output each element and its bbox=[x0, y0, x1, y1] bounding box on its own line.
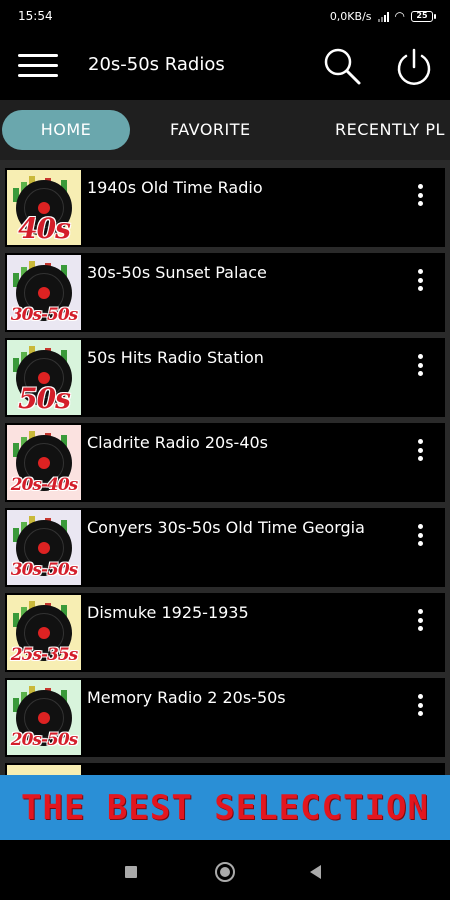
decade-label: 50s bbox=[18, 382, 71, 415]
net-speed: 0,0KB/s bbox=[329, 9, 372, 23]
station-logo bbox=[7, 765, 81, 775]
station-row[interactable]: 30s-50s Conyers 30s-50s Old Time Georgia bbox=[5, 508, 445, 587]
station-name: 30s-50s Sunset Palace bbox=[87, 263, 267, 282]
more-vert-icon[interactable] bbox=[409, 352, 431, 378]
signal-icon bbox=[377, 11, 389, 22]
station-logo: 20s-40s bbox=[7, 425, 81, 500]
station-logo: 20s-50s bbox=[7, 680, 81, 755]
station-row[interactable]: 25s-35s Dismuke 1925-1935 bbox=[5, 593, 445, 672]
more-vert-icon[interactable] bbox=[409, 267, 431, 293]
station-row[interactable]: 40s 1940s Old Time Radio bbox=[5, 168, 445, 247]
nav-recents-icon[interactable] bbox=[125, 866, 137, 878]
more-vert-icon[interactable] bbox=[409, 437, 431, 463]
station-logo: 30s-50s bbox=[7, 510, 81, 585]
decade-label: 30s-50s bbox=[10, 305, 79, 325]
power-icon[interactable] bbox=[394, 47, 434, 87]
app-bar: 20s-50s Radios bbox=[0, 32, 450, 100]
decade-label: 25s-35s bbox=[10, 645, 79, 665]
battery-level: 25 bbox=[411, 10, 433, 22]
station-name: 50s Hits Radio Station bbox=[87, 348, 264, 367]
status-bar: 15:54 0,0KB/s ◠ 25 bbox=[0, 0, 450, 32]
promo-banner[interactable]: THE BEST SELECCTION bbox=[0, 775, 450, 840]
decade-label: 40s bbox=[18, 212, 71, 245]
decade-label: 20s-50s bbox=[10, 730, 79, 750]
tab-recently-played[interactable]: RECENTLY PL bbox=[335, 110, 445, 150]
more-vert-icon[interactable] bbox=[409, 607, 431, 633]
wifi-icon: ◠ bbox=[394, 9, 405, 23]
system-nav-bar bbox=[0, 840, 450, 900]
station-name: Cladrite Radio 20s-40s bbox=[87, 433, 269, 452]
station-row[interactable]: 20s-40s Cladrite Radio 20s-40s bbox=[5, 423, 445, 502]
station-name: Memory Radio 2 20s-50s bbox=[87, 688, 286, 707]
station-row[interactable]: 20s-50s Memory Radio 2 20s-50s bbox=[5, 678, 445, 757]
station-row[interactable]: 50s 50s Hits Radio Station bbox=[5, 338, 445, 417]
nav-back-icon[interactable] bbox=[310, 865, 321, 879]
station-list: 40s 1940s Old Time Radio 30s-50s 30s-50s Su… bbox=[0, 160, 450, 775]
station-logo: 25s-35s bbox=[7, 595, 81, 670]
app-title: 20s-50s Radios bbox=[88, 54, 225, 75]
more-vert-icon[interactable] bbox=[409, 522, 431, 548]
status-time: 15:54 bbox=[18, 9, 53, 23]
status-icons: 0,0KB/s ◠ 25 bbox=[330, 9, 436, 23]
station-row[interactable]: 30s-50s 30s-50s Sunset Palace bbox=[5, 253, 445, 332]
more-vert-icon[interactable] bbox=[409, 692, 431, 718]
search-icon[interactable] bbox=[322, 46, 362, 86]
more-vert-icon[interactable] bbox=[409, 182, 431, 208]
station-name: Conyers 30s-50s Old Time Georgia bbox=[87, 518, 365, 537]
decade-label: 20s-40s bbox=[10, 475, 79, 495]
tab-home[interactable]: HOME bbox=[2, 110, 130, 150]
banner-text: THE BEST SELECCTION bbox=[21, 787, 429, 828]
station-logo: 30s-50s bbox=[7, 255, 81, 330]
tab-favorite[interactable]: FAVORITE bbox=[170, 110, 251, 150]
menu-icon[interactable] bbox=[18, 54, 58, 78]
station-name: 1940s Old Time Radio bbox=[87, 178, 263, 197]
station-logo: 50s bbox=[7, 340, 81, 415]
station-row[interactable] bbox=[5, 763, 445, 775]
station-logo: 40s bbox=[7, 170, 81, 245]
decade-label: 30s-50s bbox=[10, 560, 79, 580]
battery-icon: 25 bbox=[411, 10, 436, 22]
tab-bar: HOME FAVORITE RECENTLY PL bbox=[0, 100, 450, 160]
nav-home-icon[interactable] bbox=[215, 862, 235, 882]
station-name: Dismuke 1925-1935 bbox=[87, 603, 249, 622]
